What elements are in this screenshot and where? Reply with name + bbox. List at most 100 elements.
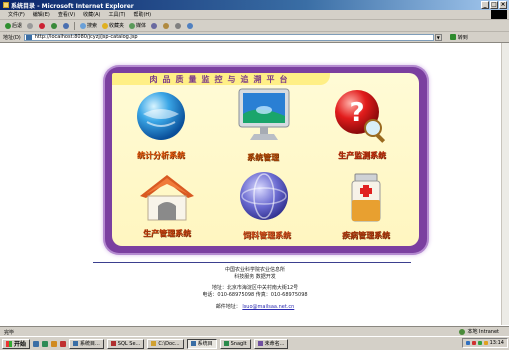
task-button-explorer[interactable]: C:\Doc... <box>147 338 184 349</box>
system-label-monitoring[interactable]: 生产监测系统 <box>307 150 417 161</box>
question-icon[interactable]: ? <box>333 88 389 144</box>
globe-icon[interactable] <box>135 90 187 142</box>
task-label: 未命名... <box>264 341 285 347</box>
ie-icon <box>3 2 9 8</box>
tray-ime-icon[interactable] <box>477 341 482 345</box>
back-label: 后退 <box>12 23 23 29</box>
status-zone-label: 本地 Intranet <box>467 329 499 335</box>
title-bar: 系统目录 - Microsoft Internet Explorer _ □ × <box>0 0 509 10</box>
task-button-catalog[interactable]: 系统目... <box>69 338 104 349</box>
forward-arrow-icon <box>27 22 34 29</box>
system-label-disease[interactable]: 疾病管理系统 <box>311 230 421 241</box>
task-label: SQL Se... <box>117 340 141 347</box>
quicklaunch-folder-icon[interactable] <box>51 340 58 347</box>
toolbar: 后退 搜索 收藏夹 媒体 <box>0 20 509 32</box>
search-button[interactable]: 搜索 <box>80 22 97 29</box>
system-label-stats[interactable]: 统计分析系统 <box>106 150 216 161</box>
footer-email-label: 邮件地址： <box>215 304 241 310</box>
menu-favorites[interactable]: 收藏(A) <box>83 11 100 18</box>
taskbar: 开始 系统目... SQL Se... C:\Doc... 系统目 SnagIt… <box>0 336 509 350</box>
task-label: 系统目... <box>80 341 100 347</box>
back-button[interactable]: 后退 <box>5 22 22 29</box>
menu-bar: 文件(F) 编辑(E) 查看(V) 收藏(A) 工具(T) 帮助(H) <box>0 10 509 20</box>
start-label: 开始 <box>14 341 27 348</box>
footer-divider <box>93 262 411 263</box>
minimize-button[interactable]: _ <box>481 1 489 9</box>
search-icon <box>80 22 87 29</box>
footer-org: 中国农业科学院农业信息所 <box>224 267 285 273</box>
toolbar-separator <box>74 21 76 30</box>
address-bar: 地址(D) http://localhost:8080/jcyzj/jsp-ca… <box>0 32 509 43</box>
address-input[interactable]: http://localhost:8080/jcyzj/jsp-catalog.… <box>23 33 434 41</box>
system-tray: 13:14 <box>461 338 508 348</box>
blue-sphere-icon[interactable] <box>238 170 290 222</box>
task-icon <box>223 341 229 346</box>
address-url: http://localhost:8080/jcyzj/jsp-catalog.… <box>34 33 138 40</box>
print-button[interactable] <box>175 22 182 29</box>
footer-email-link[interactable]: lsuo@mailsaa.net.cn <box>242 304 294 310</box>
maximize-button[interactable]: □ <box>490 1 498 9</box>
task-icon <box>110 341 116 346</box>
menu-file[interactable]: 文件(F) <box>8 11 25 18</box>
media-button[interactable]: 媒体 <box>129 22 146 29</box>
history-button[interactable] <box>151 22 158 29</box>
menu-tools[interactable]: 工具(T) <box>109 11 126 18</box>
portal-header: 肉品质量监控与追溯平台 <box>112 73 330 85</box>
stop-icon <box>39 22 46 29</box>
go-button[interactable]: 转到 <box>449 34 468 41</box>
tray-volume-icon[interactable] <box>483 341 488 345</box>
home-button[interactable] <box>63 22 70 29</box>
windows-logo-icon <box>491 10 507 19</box>
task-button-active[interactable]: 系统目 <box>186 338 217 349</box>
system-label-feed[interactable]: 饲料管理系统 <box>212 230 322 241</box>
mail-button[interactable] <box>163 22 170 29</box>
windows-flag-icon <box>6 340 12 347</box>
status-zone: 本地 Intranet <box>459 328 499 335</box>
task-icon <box>257 341 263 346</box>
edit-button[interactable] <box>187 22 194 29</box>
monitor-icon[interactable] <box>236 86 292 144</box>
vertical-scrollbar[interactable] <box>501 43 509 325</box>
tray-network-icon[interactable] <box>465 341 470 345</box>
menu-help[interactable]: 帮助(H) <box>133 11 151 18</box>
start-button[interactable]: 开始 <box>2 338 31 349</box>
tray-antivirus-icon[interactable] <box>471 341 476 345</box>
task-label: C:\Doc... <box>158 340 180 347</box>
tray-clock: 13:14 <box>489 340 504 346</box>
task-icon <box>190 341 196 346</box>
footer-phone: 电话：010-68975098 传真：010-68975098 <box>202 292 308 298</box>
medicine-icon[interactable] <box>349 172 383 224</box>
task-label: 系统目 <box>197 341 213 347</box>
stop-button[interactable] <box>39 22 46 29</box>
address-label: 地址(D) <box>3 34 21 41</box>
media-icon <box>129 22 136 29</box>
system-label-production[interactable]: 生产管理系统 <box>112 228 222 239</box>
address-dropdown-button[interactable]: ▼ <box>434 33 442 41</box>
footer-dev: 科技服务 数据开发 <box>234 274 276 280</box>
house-icon[interactable] <box>136 172 198 224</box>
svg-text:?: ? <box>349 98 364 128</box>
task-button-snagit[interactable]: SnagIt <box>219 338 251 349</box>
footer-email-row: 邮件地址： lsuo@mailsaa.net.cn <box>170 303 340 310</box>
menu-view[interactable]: 查看(V) <box>58 11 75 18</box>
forward-button[interactable] <box>27 22 34 29</box>
status-text: 完毕 <box>4 329 15 336</box>
print-icon <box>175 22 182 29</box>
menu-edit[interactable]: 编辑(E) <box>33 11 50 18</box>
task-button-sql[interactable]: SQL Se... <box>106 338 145 349</box>
refresh-icon <box>51 22 58 29</box>
task-button-untitled[interactable]: 未命名... <box>253 338 289 349</box>
system-label-admin[interactable]: 系统管理 <box>208 152 318 163</box>
page-icon <box>25 34 32 40</box>
search-label: 搜索 <box>87 23 98 29</box>
favorites-label: 收藏夹 <box>109 23 125 29</box>
quicklaunch-help-icon[interactable] <box>60 340 67 347</box>
task-label: SnagIt <box>230 340 247 347</box>
close-button[interactable]: × <box>499 1 507 9</box>
quicklaunch-ie-icon[interactable] <box>42 340 49 347</box>
refresh-button[interactable] <box>51 22 58 29</box>
favorites-button[interactable]: 收藏夹 <box>102 22 124 29</box>
task-icon <box>151 341 157 346</box>
quicklaunch-desktop-icon[interactable] <box>33 340 40 347</box>
window-title: 系统目录 - Microsoft Internet Explorer <box>11 2 134 10</box>
